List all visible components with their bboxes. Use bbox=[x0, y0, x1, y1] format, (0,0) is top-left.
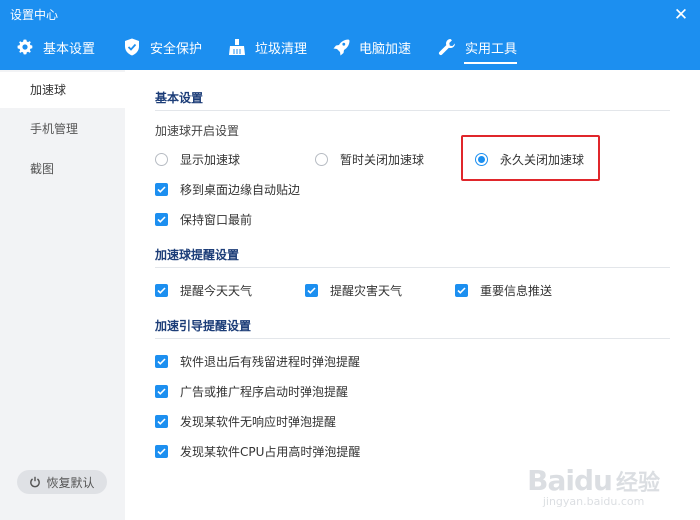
restore-default-button[interactable]: 恢复默认 bbox=[17, 470, 107, 494]
watermark-logo: Baidu 经验 bbox=[527, 464, 660, 497]
section-title-basic: 基本设置 bbox=[155, 91, 204, 105]
watermark-url: jingyan.baidu.com bbox=[542, 495, 645, 508]
radio-button[interactable] bbox=[315, 153, 328, 166]
radio-show-speed-ball[interactable]: 显示加速球 bbox=[155, 151, 240, 168]
checkbox-checked[interactable] bbox=[155, 284, 168, 297]
sidebar-item-phone-manage[interactable]: 手机管理 bbox=[0, 111, 125, 147]
tab-label: 垃圾清理 bbox=[255, 41, 308, 57]
check-weather-today[interactable]: 提醒今天天气 bbox=[155, 282, 252, 299]
sidebar-item-screenshot[interactable]: 截图 bbox=[0, 151, 125, 187]
radio-label: 暂时关闭加速球 bbox=[340, 153, 425, 167]
checkbox-label: 广告或推广程序启动时弹泡提醒 bbox=[180, 385, 349, 399]
tab-junk-clean[interactable]: 垃圾清理 bbox=[228, 32, 307, 62]
watermark-brand: Baidu bbox=[527, 464, 613, 497]
speed-ball-open-label: 加速球开启设置 bbox=[155, 124, 240, 138]
rocket-icon bbox=[332, 38, 350, 56]
checkbox-checked[interactable] bbox=[155, 415, 168, 428]
section-title-reminder: 加速球提醒设置 bbox=[155, 248, 240, 262]
restore-default-label: 恢复默认 bbox=[46, 475, 95, 490]
check-important-push[interactable]: 重要信息推送 bbox=[455, 282, 552, 299]
checkbox-label: 软件退出后有残留进程时弹泡提醒 bbox=[180, 355, 361, 369]
close-icon: ✕ bbox=[673, 5, 689, 25]
power-icon bbox=[29, 476, 41, 488]
check-high-cpu[interactable]: 发现某软件CPU占用高时弹泡提醒 bbox=[155, 443, 360, 460]
window-title: 设置中心 bbox=[10, 8, 59, 22]
tab-label: 实用工具 bbox=[465, 41, 518, 57]
section-title-guide: 加速引导提醒设置 bbox=[155, 319, 252, 333]
broom-icon bbox=[228, 38, 246, 56]
radio-label: 显示加速球 bbox=[180, 153, 241, 167]
checkbox-label: 重要信息推送 bbox=[480, 284, 553, 298]
tab-label: 安全保护 bbox=[150, 41, 203, 57]
checkbox-label: 移到桌面边缘自动贴边 bbox=[180, 183, 301, 197]
checkbox-label: 发现某软件CPU占用高时弹泡提醒 bbox=[180, 445, 361, 459]
divider bbox=[155, 338, 670, 339]
wrench-icon bbox=[438, 38, 456, 56]
baidu-jingyan-watermark: Baidu 经验 jingyan.baidu.com bbox=[527, 464, 660, 508]
shield-icon bbox=[123, 38, 141, 56]
tab-pc-speedup[interactable]: 电脑加速 bbox=[332, 32, 411, 62]
checkbox-checked[interactable] bbox=[155, 445, 168, 458]
checkbox-label: 发现某软件无响应时弹泡提醒 bbox=[180, 415, 337, 429]
settings-panel: 基本设置 加速球开启设置 显示加速球 暂时关闭加速球 永久关闭加速球 移到桌面边… bbox=[125, 70, 700, 520]
check-residual-process[interactable]: 软件退出后有残留进程时弹泡提醒 bbox=[155, 353, 360, 370]
divider bbox=[155, 110, 670, 111]
divider bbox=[155, 267, 670, 268]
checkbox-label: 提醒灾害天气 bbox=[330, 284, 403, 298]
radio-button[interactable] bbox=[155, 153, 168, 166]
checkbox-checked[interactable] bbox=[155, 385, 168, 398]
tab-basic-settings[interactable]: 基本设置 bbox=[16, 32, 95, 62]
tab-utilities[interactable]: 实用工具 bbox=[438, 32, 518, 64]
tab-label: 基本设置 bbox=[43, 41, 96, 57]
checkbox-label: 提醒今天天气 bbox=[180, 284, 253, 298]
tab-label: 电脑加速 bbox=[359, 41, 412, 57]
checkbox-checked[interactable] bbox=[155, 355, 168, 368]
radio-temp-close-speed-ball[interactable]: 暂时关闭加速球 bbox=[315, 151, 424, 168]
gear-icon bbox=[16, 38, 34, 56]
title-bar: 设置中心 ✕ 基本设置 安全保护 垃圾清理 电脑加速 实用工具 bbox=[0, 0, 700, 70]
tab-bar: 基本设置 安全保护 垃圾清理 电脑加速 实用工具 bbox=[0, 32, 700, 64]
highlight-annotation-box bbox=[461, 135, 600, 181]
check-keep-window-top[interactable]: 保持窗口最前 bbox=[155, 211, 252, 228]
watermark-brand-cn: 经验 bbox=[615, 470, 660, 496]
check-disaster-weather[interactable]: 提醒灾害天气 bbox=[305, 282, 402, 299]
sidebar-item-speed-ball[interactable]: 加速球 bbox=[0, 72, 125, 108]
checkbox-label: 保持窗口最前 bbox=[180, 213, 253, 227]
check-ad-program-start[interactable]: 广告或推广程序启动时弹泡提醒 bbox=[155, 383, 348, 400]
tab-security[interactable]: 安全保护 bbox=[123, 32, 202, 62]
checkbox-checked[interactable] bbox=[305, 284, 318, 297]
check-auto-snap-edge[interactable]: 移到桌面边缘自动贴边 bbox=[155, 181, 300, 198]
check-software-no-response[interactable]: 发现某软件无响应时弹泡提醒 bbox=[155, 413, 336, 430]
checkbox-checked[interactable] bbox=[455, 284, 468, 297]
checkbox-checked[interactable] bbox=[155, 213, 168, 226]
close-button[interactable]: ✕ bbox=[670, 4, 692, 26]
checkbox-checked[interactable] bbox=[155, 183, 168, 196]
sidebar: 加速球 手机管理 截图 恢复默认 bbox=[0, 70, 125, 520]
